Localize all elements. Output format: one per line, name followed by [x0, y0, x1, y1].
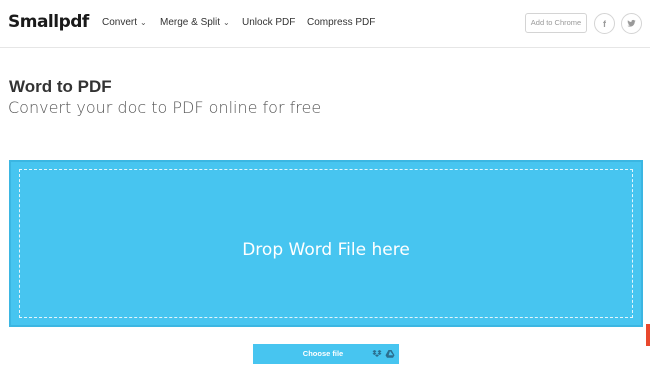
page-subtitle: Convert your doc to PDF online for free [8, 98, 322, 117]
nav-compress-pdf-label: Compress PDF [307, 17, 376, 28]
top-header: Smallpdf Convert ⌄ Merge & Split ⌄ Unloc… [0, 0, 650, 48]
facebook-icon: f [603, 18, 606, 29]
nav-compress-pdf[interactable]: Compress PDF [307, 17, 375, 28]
chevron-down-icon: ⌄ [223, 18, 230, 27]
nav-merge-split[interactable]: Merge & Split ⌄ [160, 17, 230, 28]
twitter-button[interactable] [621, 13, 642, 34]
nav-convert[interactable]: Convert ⌄ [102, 17, 147, 28]
choose-file-button[interactable]: Choose file [253, 344, 399, 364]
dropzone-label: Drop Word File here [242, 240, 410, 260]
nav-unlock-pdf[interactable]: Unlock PDF [242, 17, 295, 28]
nav-convert-label: Convert [102, 17, 138, 28]
google-drive-icon[interactable] [385, 349, 395, 359]
add-to-chrome-button[interactable]: Add to Chrome [525, 13, 587, 33]
file-dropzone[interactable]: Drop Word File here [9, 160, 643, 327]
nav-unlock-pdf-label: Unlock PDF [242, 17, 296, 28]
side-feedback-tab[interactable] [646, 324, 650, 346]
dropbox-icon[interactable] [372, 349, 382, 359]
smallpdf-logo[interactable]: Smallpdf [8, 12, 89, 32]
chevron-down-icon: ⌄ [140, 18, 147, 27]
facebook-button[interactable]: f [594, 13, 615, 34]
twitter-icon [627, 19, 636, 27]
nav-merge-split-label: Merge & Split [160, 17, 221, 28]
page-title: Word to PDF [9, 77, 112, 96]
